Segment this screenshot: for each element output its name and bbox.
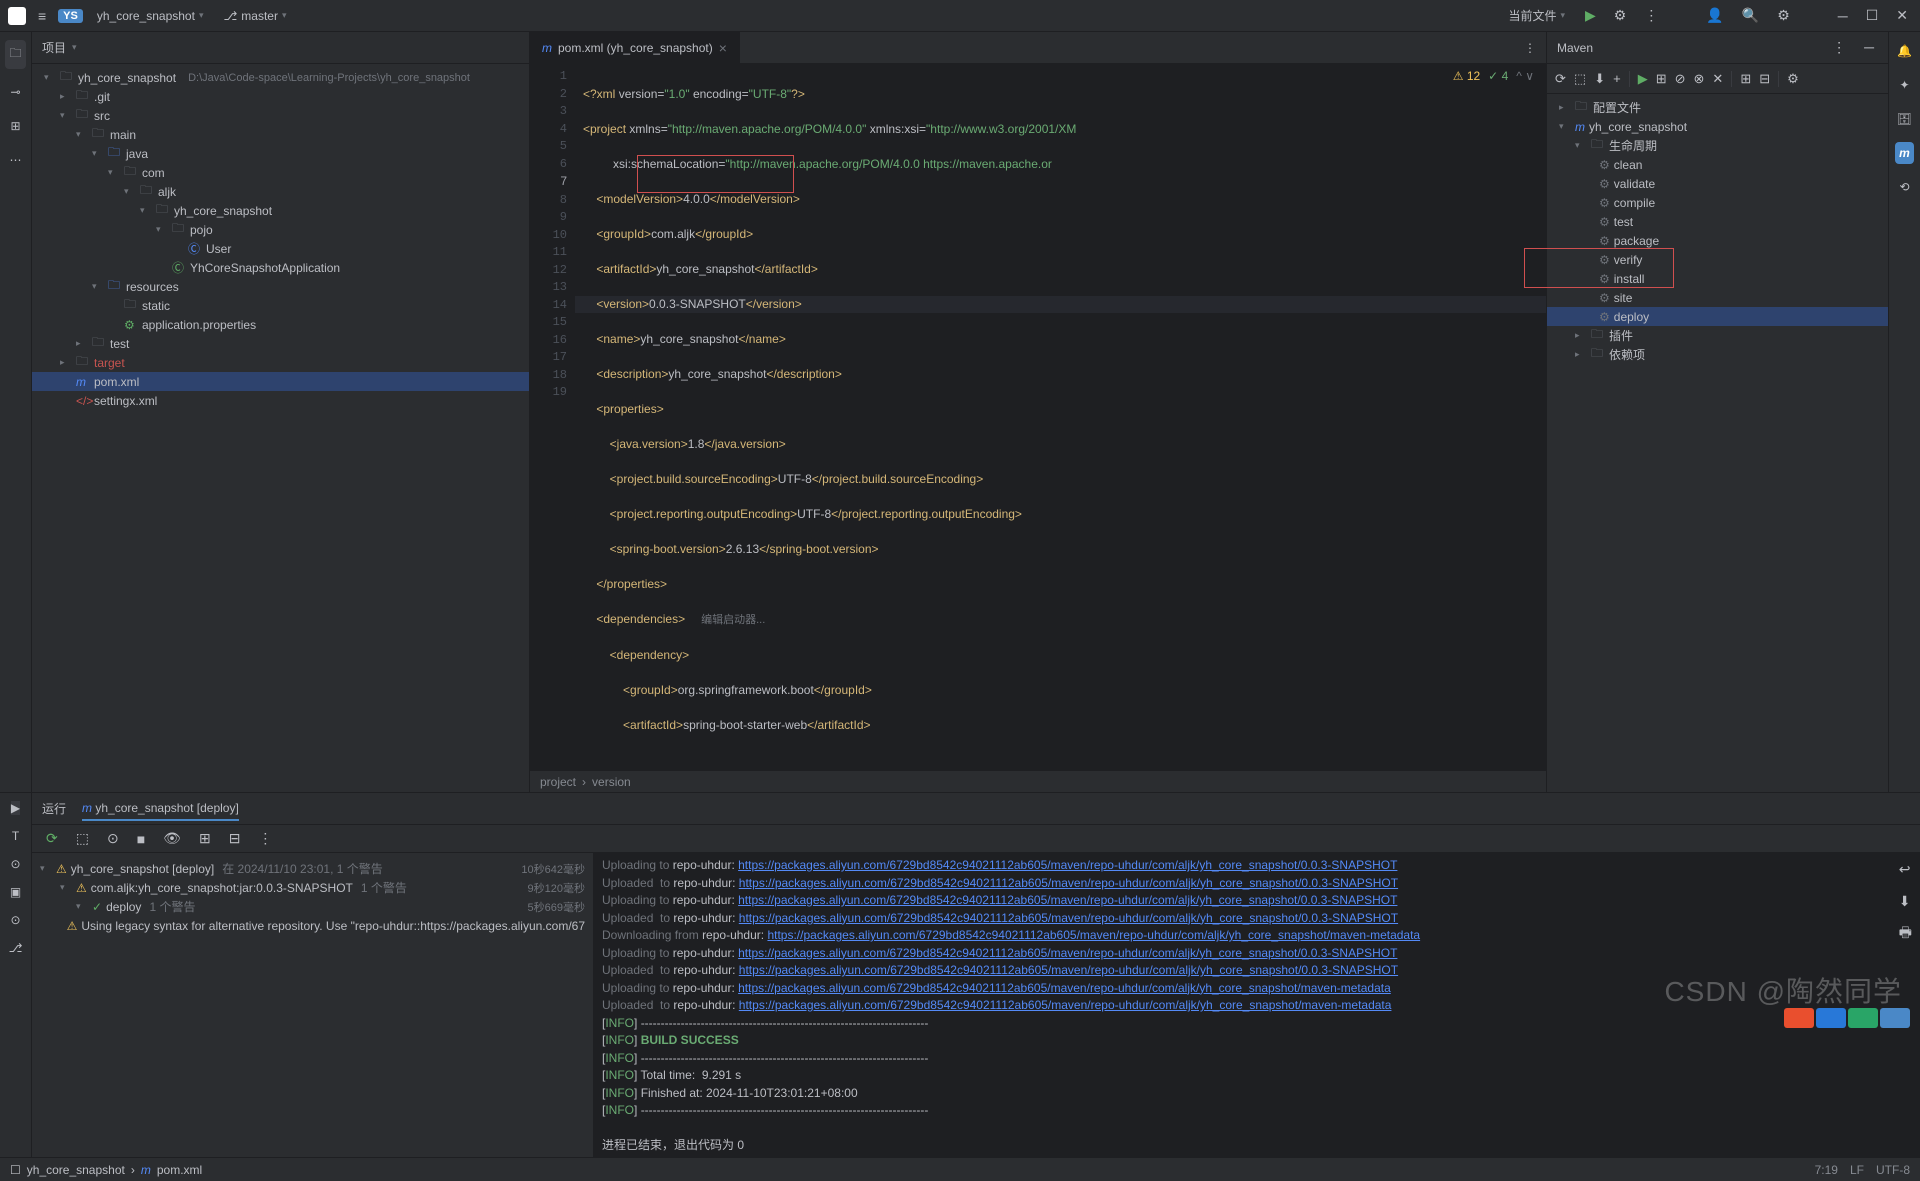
- cursor-position[interactable]: 7:19: [1815, 1163, 1838, 1177]
- maven-tool-button[interactable]: m: [1895, 142, 1914, 164]
- maven-goal-site[interactable]: ⚙site: [1547, 288, 1888, 307]
- console-output[interactable]: Uploading to repo-uhdur: https://package…: [594, 853, 1920, 1157]
- project-badge: YS: [58, 9, 83, 23]
- problems-tool-button[interactable]: ⊙: [10, 913, 20, 927]
- tree-item-pom[interactable]: mpom.xml: [32, 372, 529, 391]
- show-deps-icon[interactable]: ⊞: [1740, 71, 1751, 87]
- code-editor[interactable]: <?xml version="1.0" encoding="UTF-8"?> <…: [575, 64, 1546, 770]
- debug-tool-button[interactable]: ⊙: [10, 857, 20, 871]
- settings-icon[interactable]: ⚙: [1773, 3, 1794, 28]
- maven-goal-test[interactable]: ⚙test: [1547, 212, 1888, 231]
- gradle-tool-button[interactable]: ⟲: [1895, 176, 1913, 198]
- code-with-me-icon[interactable]: 👤: [1702, 3, 1727, 28]
- vcs-tool-button[interactable]: ⎇: [9, 941, 23, 955]
- warning-icon[interactable]: ⚠ 12: [1453, 68, 1480, 86]
- minimize-button[interactable]: ─: [1834, 4, 1852, 28]
- more2-icon[interactable]: ⋮: [254, 826, 276, 851]
- collapse2-icon[interactable]: ⊟: [225, 826, 245, 851]
- pass-icon[interactable]: ✓ 4: [1488, 68, 1508, 86]
- commit-tool-button[interactable]: ⊸: [6, 81, 24, 103]
- editor-tab[interactable]: mpom.xml (yh_core_snapshot)×: [530, 32, 740, 63]
- toggle-offline-icon[interactable]: ⊘: [1675, 71, 1686, 87]
- run-button[interactable]: ▶: [1581, 3, 1600, 28]
- project-selector[interactable]: yh_core_snapshot▾: [91, 7, 210, 25]
- build-tree[interactable]: ▾⚠yh_core_snapshot [deploy]在 2024/11/10 …: [32, 853, 594, 1157]
- run-config-tab[interactable]: m yh_core_snapshot [deploy]: [82, 797, 239, 821]
- close-tab-icon[interactable]: ×: [719, 40, 727, 56]
- python-tool-button[interactable]: T: [12, 829, 19, 843]
- notifications-icon[interactable]: 🔔: [1893, 40, 1916, 62]
- maven-goal-clean[interactable]: ⚙clean: [1547, 155, 1888, 174]
- branch-selector[interactable]: ⎇master▾: [217, 7, 292, 25]
- app-logo: [8, 7, 26, 25]
- maven-tree[interactable]: ▸🗀配置文件 ▾myh_core_snapshot ▾🗀生命周期 ⚙clean …: [1547, 94, 1888, 792]
- maven-goal-package[interactable]: ⚙package: [1547, 231, 1888, 250]
- reload-pom-icon[interactable]: ⬚: [72, 826, 93, 851]
- execute-goal-icon[interactable]: ⊞: [1656, 71, 1667, 87]
- print-icon[interactable]: 🖶: [1895, 920, 1916, 946]
- more-actions-button[interactable]: ⋮: [1640, 3, 1662, 28]
- run-maven-icon[interactable]: ▶: [1638, 71, 1648, 87]
- maven-goal-validate[interactable]: ⚙validate: [1547, 174, 1888, 193]
- project-tree[interactable]: ▾🗀yh_core_snapshotD:\Java\Code-space\Lea…: [32, 64, 529, 792]
- debug-button[interactable]: ⚙: [1610, 3, 1631, 28]
- expand-icon[interactable]: ⊞: [195, 826, 215, 851]
- download-icon[interactable]: ⬇: [1594, 71, 1605, 87]
- more-tool-button[interactable]: ⋯: [6, 149, 26, 171]
- reload-icon[interactable]: ⟳: [1555, 71, 1566, 87]
- main-menu-button[interactable]: ≡: [34, 4, 50, 28]
- status-crumb1[interactable]: yh_core_snapshot: [27, 1163, 125, 1177]
- breadcrumb[interactable]: project›version: [530, 770, 1546, 792]
- maven-goal-compile[interactable]: ⚙compile: [1547, 193, 1888, 212]
- database-icon[interactable]: 🗄: [1893, 108, 1916, 130]
- hide-panel-icon[interactable]: ─: [1860, 35, 1878, 60]
- run-tab[interactable]: 运行: [42, 796, 66, 821]
- line-gutter: 12345678910111213141516171819: [530, 64, 575, 770]
- terminal-tool-button[interactable]: ▣: [10, 885, 21, 899]
- maven-goal-deploy[interactable]: ⚙deploy: [1547, 307, 1888, 326]
- maven-panel-title: Maven: [1557, 41, 1593, 55]
- search-icon[interactable]: 🔍: [1738, 3, 1763, 28]
- scroll-end-icon[interactable]: ⬇: [1895, 889, 1916, 915]
- structure-tool-button[interactable]: ⊞: [6, 115, 24, 137]
- maven-options-icon[interactable]: ⋮: [1828, 35, 1850, 60]
- generate-sources-icon[interactable]: ⬚: [1574, 71, 1586, 87]
- tab-more-button[interactable]: ⋮: [1514, 41, 1546, 55]
- ai-assistant-icon[interactable]: ✦: [1895, 74, 1913, 96]
- project-panel-title: 项目: [42, 39, 66, 56]
- status-crumb2[interactable]: pom.xml: [157, 1163, 202, 1177]
- logo-strip: [1784, 1008, 1910, 1028]
- rerun-icon[interactable]: ⟳: [42, 826, 62, 851]
- skip-tests-icon[interactable]: ⊗: [1694, 71, 1705, 87]
- close-button[interactable]: ✕: [1892, 3, 1912, 28]
- maven-goal-verify[interactable]: ⚙verify: [1547, 250, 1888, 269]
- status-crumb-icon: ☐: [10, 1163, 21, 1177]
- run-tool-button[interactable]: ▶: [11, 801, 20, 815]
- maven-goal-install[interactable]: ⚙install: [1547, 269, 1888, 288]
- close-icon[interactable]: ✕: [1712, 71, 1723, 87]
- collapse-icon[interactable]: ⊟: [1759, 71, 1770, 87]
- project-tool-button[interactable]: 🗀: [5, 40, 25, 69]
- maximize-button[interactable]: ☐: [1862, 3, 1883, 28]
- maven-settings-icon[interactable]: ⚙: [1787, 71, 1799, 87]
- stop-icon[interactable]: ⊙: [103, 826, 123, 851]
- add-icon[interactable]: +: [1613, 71, 1621, 86]
- file-encoding[interactable]: UTF-8: [1876, 1163, 1910, 1177]
- line-separator[interactable]: LF: [1850, 1163, 1864, 1177]
- show-icon[interactable]: 👁: [159, 826, 185, 851]
- branch-icon: ⎇: [223, 9, 237, 23]
- run-config-selector[interactable]: 当前文件▾: [1502, 5, 1571, 26]
- stop2-icon[interactable]: ■: [133, 827, 149, 851]
- soft-wrap-icon[interactable]: ↩: [1895, 857, 1916, 883]
